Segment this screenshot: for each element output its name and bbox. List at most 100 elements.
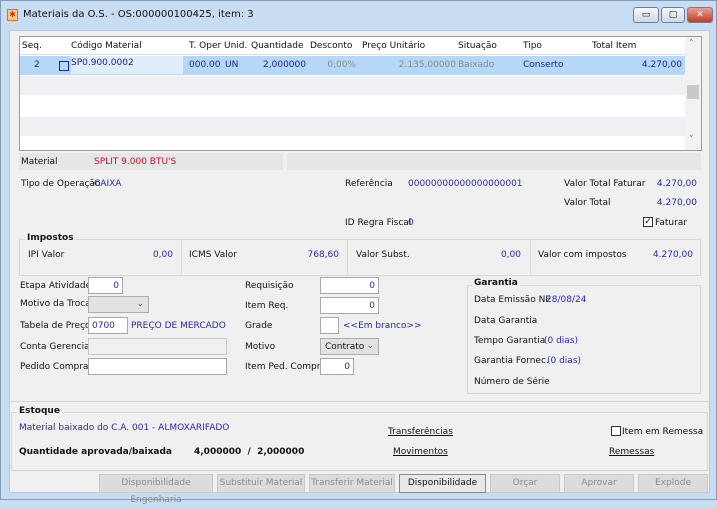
cell-tipo: Conserto [523,60,564,70]
chevron-down-icon: ⌄ [366,341,374,351]
divider [9,401,710,402]
referencia-label: Referência [345,179,393,189]
cell-desconto: 0,00% [327,60,356,70]
motivo-troca-select[interactable]: ⌄ [88,296,149,313]
faturar-label: Faturar [655,218,688,228]
title-bar: ✱ Materiais da O.S. - OS:000000100425, i… [1,1,717,29]
transferir-material-button[interactable]: Transferir Material [309,474,395,493]
cell-toper: 000.00 [189,60,221,70]
cell-seq: 2 [34,60,40,70]
impostos-title: Impostos [25,233,76,243]
remessas-link[interactable]: Remessas [609,447,654,457]
col-preco[interactable]: Preço Unitário [362,41,425,51]
divider [347,240,348,276]
data-garantia-label: Data Garantia [474,316,538,326]
com-impostos-label: Valor com impostos [538,250,627,260]
empty-row [20,76,686,95]
vertical-scrollbar[interactable]: ˄ ˅ [685,37,701,150]
col-seq[interactable]: Seq. [22,41,42,51]
id-regra-fiscal-label: ID Regra Fiscal [345,218,412,228]
quantidade-label: Quantidade aprovada/baixada [19,447,172,457]
col-codigo[interactable]: Código Material [71,41,142,51]
ipi-label: IPI Valor [28,250,65,260]
icms-value: 768,60 [307,250,340,260]
disponibilidade-button[interactable]: Disponibilidade [399,474,486,493]
col-desconto[interactable]: Desconto [310,41,352,51]
tempo-garantia-label: Tempo Garantia [474,336,546,346]
tabela-input[interactable]: 0700 [88,317,128,334]
tipo-operacao-label: Tipo de Operação [21,179,101,189]
scroll-up-icon[interactable]: ˄ [689,39,694,49]
id-regra-fiscal-value: 0 [408,218,414,228]
valor-total-faturar-label: Valor Total Faturar [564,179,646,189]
cell-situacao: Baixado [458,60,495,70]
garantia-fornec-label: Garantia Fornec. [474,356,549,366]
itemreq-label: Item Req. [245,301,289,311]
cell-codigo[interactable]: SP0.900.0002 [71,56,183,74]
conta-input[interactable] [88,338,227,355]
table-row[interactable]: 2 SP0.900.0002 000.00 UN 2,000000 0,00% … [20,56,686,75]
close-button[interactable]: ✕ [687,7,713,23]
window: ✱ Materiais da O.S. - OS:000000100425, i… [0,0,717,505]
requisicao-label: Requisição [245,281,294,291]
cell-total: 4.270,00 [641,60,682,70]
motivo-value: Contrato [325,342,365,352]
maximize-button[interactable]: ▢ [661,7,685,23]
grade-input[interactable] [320,317,339,334]
subst-label: Valor Subst. [356,250,410,260]
material-label: Material [21,157,58,167]
scroll-down-icon[interactable]: ˅ [689,135,694,145]
valor-total-value: 4.270,00 [656,198,697,208]
divider [181,240,182,276]
itemreq-input[interactable]: 0 [320,297,379,314]
divider [530,240,531,276]
col-toper[interactable]: T. Oper [189,41,221,51]
substituir-material-button[interactable]: Substituir Material [217,474,305,493]
tabela-desc: PREÇO DE MERCADO [131,321,226,331]
grade-label: Grade [245,321,273,331]
col-tipo[interactable]: Tipo [523,41,542,51]
col-quantidade[interactable]: Quantidade [251,41,304,51]
movimentos-link[interactable]: Movimentos [393,447,448,457]
window-title: Materiais da O.S. - OS:000000100425, ite… [23,9,254,20]
row-checkbox[interactable] [59,61,69,71]
com-impostos-value: 4.270,00 [652,250,693,260]
material-value: SPLIT 9.000 BTU'S [94,157,177,167]
item-remessa-label: Item em Remessa [622,427,704,437]
garantia-title: Garantia [472,278,520,288]
item-remessa-checkbox[interactable] [611,426,621,436]
disponibilidade-engenharia-button[interactable]: Disponibilidade Engenharia [99,474,213,505]
estoque-title: Estoque [17,406,62,416]
materials-grid[interactable]: Seq. Código Material T. Oper Unid. Quant… [19,36,702,151]
explode-button[interactable]: Explode [638,474,708,493]
estoque-group [11,412,708,471]
itemped-input[interactable]: 0 [320,358,354,375]
col-total[interactable]: Total Item [592,41,636,51]
motivo-select[interactable]: Contrato ⌄ [320,338,379,355]
grade-desc: <<Em branco>> [343,321,422,331]
ipi-value: 0,00 [152,250,173,260]
transferencias-link[interactable]: Transferências [388,427,453,437]
orcar-button[interactable]: Orçar [490,474,560,493]
pedido-label: Pedido Compra [20,362,89,372]
tempo-garantia-value: (0 dias) [544,336,579,346]
etapa-input[interactable]: 0 [88,277,123,294]
aprovar-button[interactable]: Aprovar [564,474,634,493]
valor-total-faturar-value: 4.270,00 [656,179,697,189]
scroll-thumb[interactable] [687,85,699,99]
pedido-input[interactable] [88,358,227,375]
grid-header: Seq. Código Material T. Oper Unid. Quant… [20,37,686,55]
minimize-button[interactable]: ▭ [633,7,659,23]
etapa-label: Etapa Atividade [20,281,92,291]
conta-label: Conta Gerencial [20,342,93,352]
cell-preco: 2.135,00000 [398,60,456,70]
motivo-label: Motivo [245,342,276,352]
empty-row [20,117,686,136]
faturar-checkbox[interactable]: ✓ [643,217,653,227]
requisicao-input[interactable]: 0 [320,277,379,294]
quantidade-value: 4,000000 / 2,000000 [194,447,305,457]
itemped-label: Item Ped. Compra [245,362,326,372]
garantia-fornec-value: (0 dias) [547,356,582,366]
col-situacao[interactable]: Situação [458,41,497,51]
col-unid[interactable]: Unid. [224,41,247,51]
